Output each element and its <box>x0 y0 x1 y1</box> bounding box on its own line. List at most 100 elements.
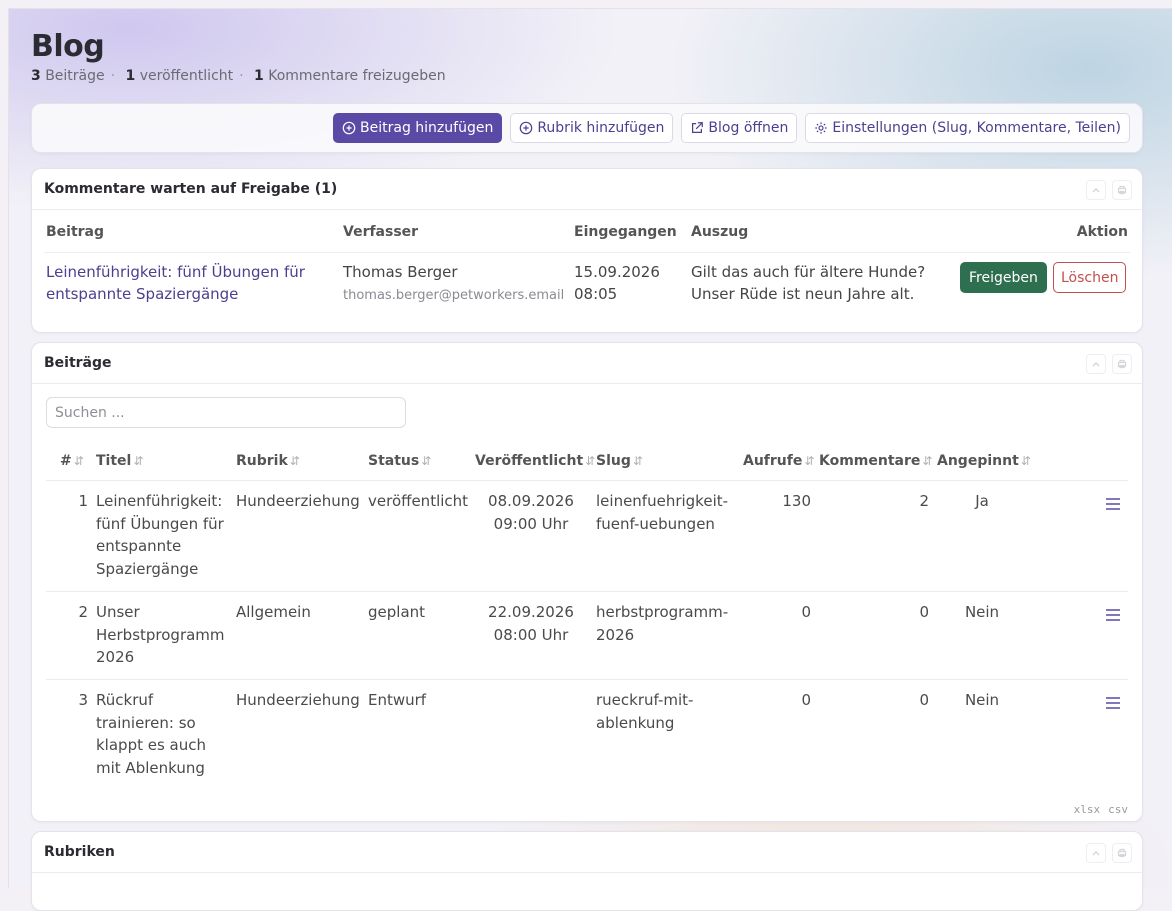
col-header-pinned[interactable]: Angepinnt ⇵ <box>937 453 1031 469</box>
stat-posts-label: Beiträge <box>45 68 105 84</box>
stat-published-count: 1 <box>125 68 136 84</box>
col-label: Kommentare <box>819 453 921 469</box>
page-stats: 3 Beiträge · 1 veröffentlicht · 1 Kommenta… <box>31 68 446 84</box>
col-header-category[interactable]: Rubrik ⇵ <box>236 453 300 469</box>
stat-pending-count: 1 <box>254 68 264 84</box>
print-button[interactable] <box>1112 843 1132 863</box>
sort-icon: ⇵ <box>804 454 815 468</box>
row-menu-icon[interactable] <box>1104 607 1122 623</box>
title-line: Spaziergänge <box>96 559 199 578</box>
col-header-views[interactable]: Aufrufe ⇵ <box>743 453 814 469</box>
posts-panel: Beiträge #⇵ Titel⇵ Rubrik⇵ Status⇵ Veröf… <box>31 342 1143 822</box>
col-label: # <box>60 453 72 469</box>
settings-button[interactable]: Einstellungen (Slug, Kommentare, Teilen) <box>805 113 1130 143</box>
delete-button[interactable]: Löschen <box>1053 262 1127 293</box>
plus-circle-icon <box>342 121 356 135</box>
post-title-link[interactable]: Leinenführigkeit: fünf Übungen für entspa… <box>46 263 305 303</box>
cell-num: 2 <box>78 603 88 621</box>
col-header-published[interactable]: Veröffentlicht ⇵ <box>475 453 595 469</box>
print-button[interactable] <box>1112 354 1132 374</box>
categories-panel: Rubriken <box>31 831 1143 911</box>
cell-title[interactable]: Leinenführigkeit: fünf Übungen für entsp… <box>96 490 224 580</box>
col-label: Slug <box>596 453 631 469</box>
print-icon <box>1117 185 1127 195</box>
action-toolbar: Beitrag hinzufügen Rubrik hinzufügen Blo… <box>31 103 1143 153</box>
post-title-line: entspannte Spaziergänge <box>46 285 239 303</box>
published-time: 09:00 Uhr <box>493 514 569 533</box>
slug-line: herbstprogramm- <box>596 603 729 621</box>
slug-line: 2026 <box>596 625 635 644</box>
panel-header: Kommentare warten auf Freigabe (1) <box>32 169 1142 210</box>
title-line: Rückruf <box>96 691 154 709</box>
col-label: Veröffentlicht <box>475 453 584 469</box>
add-category-button[interactable]: Rubrik hinzufügen <box>510 113 674 143</box>
add-post-label: Beitrag hinzufügen <box>360 120 494 136</box>
sort-icon: ⇵ <box>133 454 144 468</box>
cell-title[interactable]: Rückruf trainieren: so klappt es auch mi… <box>96 689 206 779</box>
open-blog-label: Blog öffnen <box>708 120 789 136</box>
cell-views: 0 <box>801 603 811 621</box>
chevron-up-icon <box>1092 851 1100 856</box>
print-button[interactable] <box>1112 180 1132 200</box>
cell-comments: 2 <box>919 492 929 510</box>
col-header-post[interactable]: Beitrag <box>46 224 104 240</box>
col-header-comments[interactable]: Kommentare ⇵ <box>819 453 932 469</box>
row-menu-icon[interactable] <box>1104 695 1122 711</box>
panel-header: Rubriken <box>32 832 1142 873</box>
cell-category: Hundeerziehung <box>236 492 360 510</box>
col-label: Rubrik <box>236 453 288 469</box>
print-icon <box>1117 359 1127 369</box>
title-line: Herbstprogramm <box>96 625 225 644</box>
row-divider <box>46 591 1128 592</box>
sort-icon: ⇵ <box>632 454 643 468</box>
export-xlsx-link[interactable]: xlsx <box>1074 803 1101 816</box>
col-header-received[interactable]: Eingegangen <box>574 224 677 240</box>
col-header-slug[interactable]: Slug ⇵ <box>596 453 643 469</box>
cell-title[interactable]: Unser Herbstprogramm 2026 <box>96 601 225 669</box>
collapse-button[interactable] <box>1086 354 1106 374</box>
author-name: Thomas Berger <box>343 263 458 281</box>
comment-post-link[interactable]: Leinenführigkeit: fünf Übungen für entspa… <box>46 261 305 305</box>
cell-status: geplant <box>368 603 426 621</box>
collapse-button[interactable] <box>1086 180 1106 200</box>
add-post-button[interactable]: Beitrag hinzufügen <box>333 113 503 143</box>
col-label: Status <box>368 453 420 469</box>
sort-icon: ⇵ <box>289 454 300 468</box>
row-divider <box>46 480 1128 481</box>
search-input[interactable] <box>46 397 406 428</box>
collapse-button[interactable] <box>1086 843 1106 863</box>
export-csv-link[interactable]: csv <box>1108 803 1128 816</box>
comment-author: Thomas Berger thomas.berger@petworkers.e… <box>343 261 564 307</box>
col-header-title[interactable]: Titel ⇵ <box>96 453 143 469</box>
sort-icon: ⇵ <box>922 454 933 468</box>
excerpt-line: Unser Rüde ist neun Jahre alt. <box>691 285 915 303</box>
excerpt-line: Gilt das auch für ältere Hunde? <box>691 263 926 281</box>
col-header-excerpt[interactable]: Auszug <box>691 224 748 240</box>
open-blog-button[interactable]: Blog öffnen <box>681 113 798 143</box>
chevron-up-icon <box>1092 188 1100 193</box>
post-title-line: Leinenführigkeit: fünf Übungen für <box>46 263 305 281</box>
settings-label: Einstellungen (Slug, Kommentare, Teilen) <box>832 120 1121 136</box>
panel-title: Rubriken <box>44 844 115 860</box>
export-links: xlsx csv <box>1066 803 1128 816</box>
add-category-label: Rubrik hinzufügen <box>537 120 665 136</box>
slug-line: ablenkung <box>596 713 675 732</box>
cell-status: veröffentlicht <box>368 492 469 510</box>
cell-comments: 0 <box>919 603 929 621</box>
slug-line: fuenf-uebungen <box>596 514 715 533</box>
cell-slug: rueckruf-mit- ablenkung <box>596 689 693 734</box>
cell-views: 130 <box>782 492 811 510</box>
slug-line: rueckruf-mit- <box>596 691 694 709</box>
col-header-action: Aktion <box>1076 224 1128 240</box>
col-label: Titel <box>96 453 132 469</box>
cell-published <box>475 689 587 712</box>
cell-slug: herbstprogramm- 2026 <box>596 601 728 646</box>
row-menu-icon[interactable] <box>1104 496 1122 512</box>
stat-published-label: veröffentlicht <box>139 68 234 84</box>
cell-slug: leinenfuehrigkeit- fuenf-uebungen <box>596 490 728 535</box>
col-header-status[interactable]: Status ⇵ <box>368 453 431 469</box>
sort-icon: ⇵ <box>1020 454 1031 468</box>
col-header-author[interactable]: Verfasser <box>343 224 418 240</box>
approve-button[interactable]: Freigeben <box>960 262 1047 293</box>
col-header-num[interactable]: # ⇵ <box>60 453 84 469</box>
